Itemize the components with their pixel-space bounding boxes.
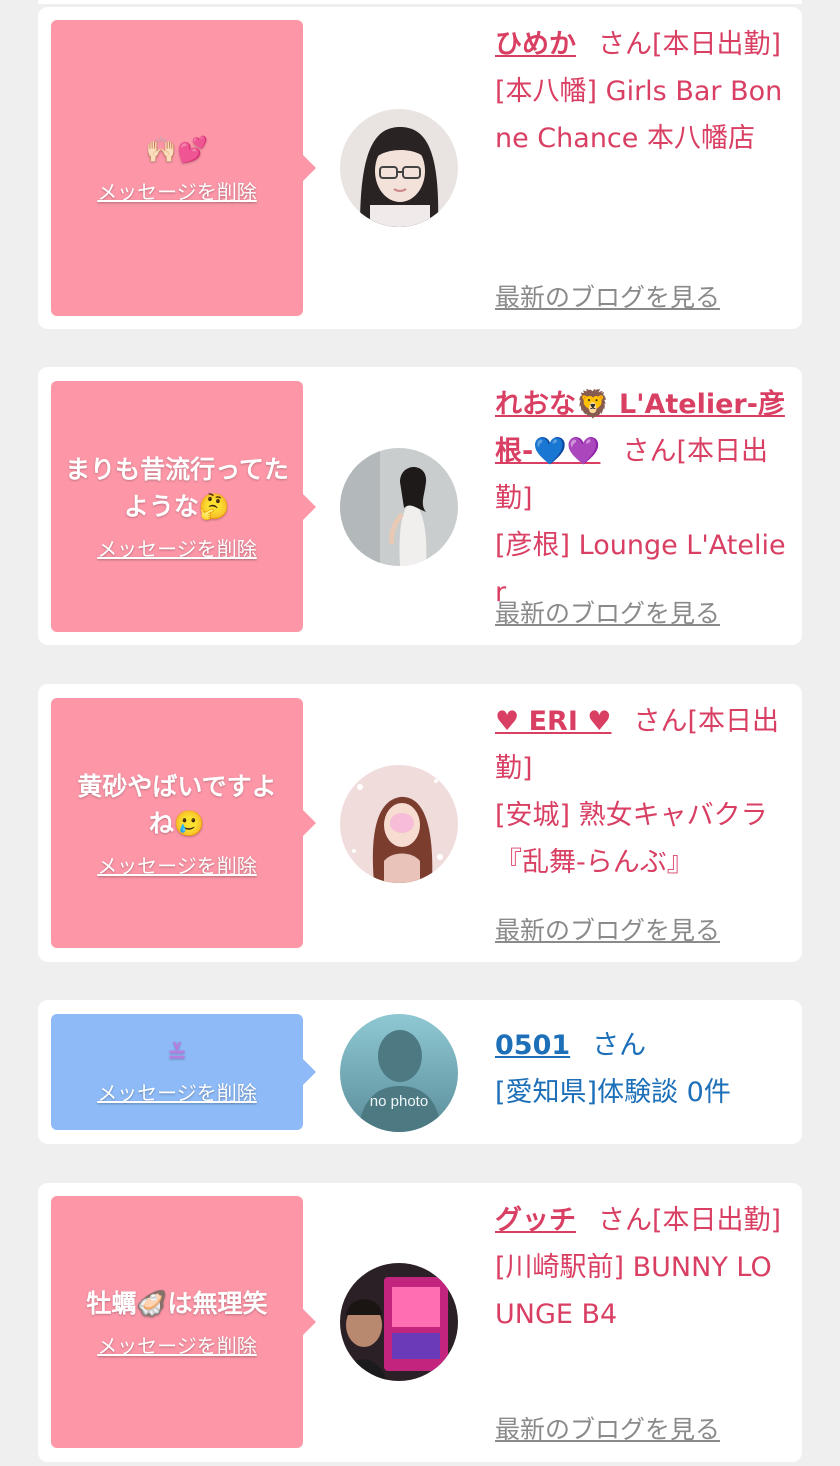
message-bubble: ≚ メッセージを削除 [51, 1014, 316, 1130]
sender-info: ひめか さん[本日出勤] [本八幡] Girls Bar Bonne Chance… [495, 21, 791, 162]
message-text: 牡蠣🦪は無理笑 [86, 1289, 268, 1318]
message-text: まりも昔流行ってたような🤔 [65, 455, 289, 521]
sender-info: れおな🦁 L'Atelier-彦根-💙💜 さん[本日出勤] [彦根] Lounge… [495, 381, 791, 616]
avatar[interactable]: no photo [340, 1014, 458, 1132]
sender-name-link[interactable]: 0501 [495, 1030, 570, 1061]
latest-blog-link[interactable]: 最新のブログを見る [495, 911, 720, 947]
latest-blog-link[interactable]: 最新のブログを見る [495, 594, 720, 630]
delete-message-link[interactable]: メッセージを削除 [97, 850, 257, 879]
sender-name-link[interactable]: グッチ [495, 1205, 576, 1236]
message-bubble: まりも昔流行ってたような🤔 メッセージを削除 [51, 381, 316, 632]
avatar[interactable] [340, 1263, 458, 1381]
shop-name: [安城] 熟女キャバクラ『乱舞-らんぶ』 [495, 800, 768, 878]
message-card: まりも昔流行ってたような🤔 メッセージを削除 れおな🦁 L'Atelier-彦根… [38, 367, 802, 645]
sender-name-link[interactable]: ♥ ERI ♥ [495, 706, 612, 737]
no-photo-text: no photo [370, 1093, 428, 1110]
message-text: 🙌🏻💕 [145, 135, 209, 164]
sender-status: さん[本日出勤] [598, 1205, 782, 1236]
delete-message-link[interactable]: メッセージを削除 [97, 533, 257, 562]
reviews-count: [愛知県]体験談 0件 [495, 1077, 731, 1108]
delete-message-link[interactable]: メッセージを削除 [97, 176, 257, 205]
delete-message-link[interactable]: メッセージを削除 [97, 1077, 257, 1106]
message-bubble: 牡蠣🦪は無理笑 メッセージを削除 [51, 1196, 316, 1448]
sender-status: さん[本日出勤] [598, 29, 782, 60]
sender-info: ♥ ERI ♥ さん[本日出勤] [安城] 熟女キャバクラ『乱舞-らんぶ』 [495, 698, 791, 886]
message-card: ≚ メッセージを削除 no photo 0501 さん [愛知県]体験談 0件 [38, 1000, 802, 1144]
delete-message-link[interactable]: メッセージを削除 [97, 1330, 257, 1359]
avatar[interactable] [340, 448, 458, 566]
latest-blog-link[interactable]: 最新のブログを見る [495, 278, 720, 314]
message-card: 牡蠣🦪は無理笑 メッセージを削除 グッチ さん[本日出勤] [川崎駅前] BUNN… [38, 1183, 802, 1462]
message-card: 黄砂やばいですよね🥲 メッセージを削除 ♥ ERI ♥ さん[本日出勤] [安城]… [38, 684, 802, 962]
message-text: 黄砂やばいですよね🥲 [77, 771, 277, 838]
message-card: 🙌🏻💕 メッセージを削除 ひめか さん[本日出勤] [本八幡] Girls Bar… [38, 7, 802, 329]
previous-card-edge [38, 0, 802, 4]
sender-info: グッチ さん[本日出勤] [川崎駅前] BUNNY LOUNGE B4 [495, 1197, 791, 1338]
sender-name-link[interactable]: ひめか [495, 29, 576, 60]
message-text: ≚ [166, 1039, 188, 1068]
sender-status: さん [592, 1030, 647, 1061]
avatar[interactable] [340, 109, 458, 227]
message-bubble: 黄砂やばいですよね🥲 メッセージを削除 [51, 698, 316, 948]
shop-name: [川崎駅前] BUNNY LOUNGE B4 [495, 1252, 772, 1330]
sender-info: 0501 さん [愛知県]体験談 0件 [495, 1022, 791, 1116]
message-bubble: 🙌🏻💕 メッセージを削除 [51, 20, 316, 316]
shop-name: [本八幡] Girls Bar Bonne Chance 本八幡店 [495, 76, 783, 154]
avatar[interactable] [340, 765, 458, 883]
latest-blog-link[interactable]: 最新のブログを見る [495, 1410, 720, 1446]
